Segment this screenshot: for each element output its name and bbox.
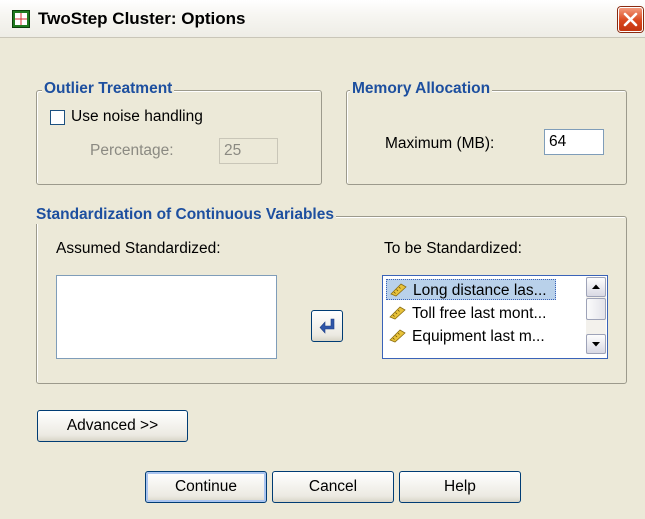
- list-item-label: Long distance las...: [413, 282, 547, 299]
- scroll-thumb[interactable]: [586, 298, 606, 320]
- memory-allocation-title: Memory Allocation: [350, 80, 493, 98]
- advanced-button[interactable]: Advanced >>: [37, 410, 188, 442]
- outlier-treatment-title: Outlier Treatment: [42, 80, 175, 98]
- outlier-treatment-group: Outlier Treatment: [36, 80, 322, 185]
- continue-button[interactable]: Continue: [145, 471, 267, 503]
- chevron-down-icon: [592, 342, 600, 347]
- percentage-input[interactable]: 25: [219, 138, 278, 164]
- maximum-mb-label: Maximum (MB):: [385, 135, 495, 152]
- use-noise-handling-label[interactable]: Use noise handling: [71, 108, 203, 126]
- list-item[interactable]: Toll free last mont...: [386, 303, 556, 324]
- advanced-button-label: Advanced >>: [66, 417, 159, 434]
- assumed-standardized-label: Assumed Standardized:: [56, 240, 221, 257]
- scale-ruler-icon: [390, 283, 407, 297]
- window-title: TwoStep Cluster: Options: [38, 9, 246, 28]
- scroll-up-button[interactable]: [586, 277, 606, 297]
- to-be-standardized-list[interactable]: Long distance las... Toll free last mont…: [382, 275, 608, 359]
- cancel-button-label: Cancel: [308, 478, 358, 495]
- help-button[interactable]: Help: [399, 471, 521, 503]
- app-icon: [12, 10, 30, 28]
- close-button[interactable]: [618, 7, 643, 32]
- scale-ruler-icon: [389, 306, 406, 320]
- scroll-down-button[interactable]: [586, 334, 606, 354]
- scale-ruler-icon: [389, 329, 406, 343]
- move-variable-button[interactable]: [311, 310, 343, 342]
- percentage-label: Percentage:: [90, 142, 174, 159]
- help-button-label: Help: [444, 478, 476, 495]
- twostep-options-dialog: TwoStep Cluster: Options Outlier Treatme…: [0, 0, 645, 519]
- title-bar[interactable]: TwoStep Cluster: Options: [0, 0, 645, 38]
- list-item[interactable]: Equipment last m...: [386, 326, 556, 347]
- list-item[interactable]: Long distance las...: [386, 279, 556, 300]
- list-item-label: Equipment last m...: [412, 328, 545, 345]
- close-icon: [623, 12, 638, 27]
- to-be-standardized-label: To be Standardized:: [384, 240, 522, 257]
- list-item-label: Toll free last mont...: [412, 305, 547, 322]
- chevron-up-icon: [592, 284, 600, 289]
- cancel-button[interactable]: Cancel: [272, 471, 394, 503]
- use-noise-handling-checkbox[interactable]: [50, 110, 65, 125]
- move-left-arrow-icon: [319, 318, 335, 334]
- continue-button-label: Continue: [174, 478, 238, 495]
- maximum-mb-input[interactable]: 64: [544, 129, 604, 155]
- assumed-standardized-list[interactable]: [56, 275, 277, 359]
- standardization-title: Standardization of Continuous Variables: [34, 206, 336, 224]
- list-scrollbar[interactable]: [586, 277, 606, 354]
